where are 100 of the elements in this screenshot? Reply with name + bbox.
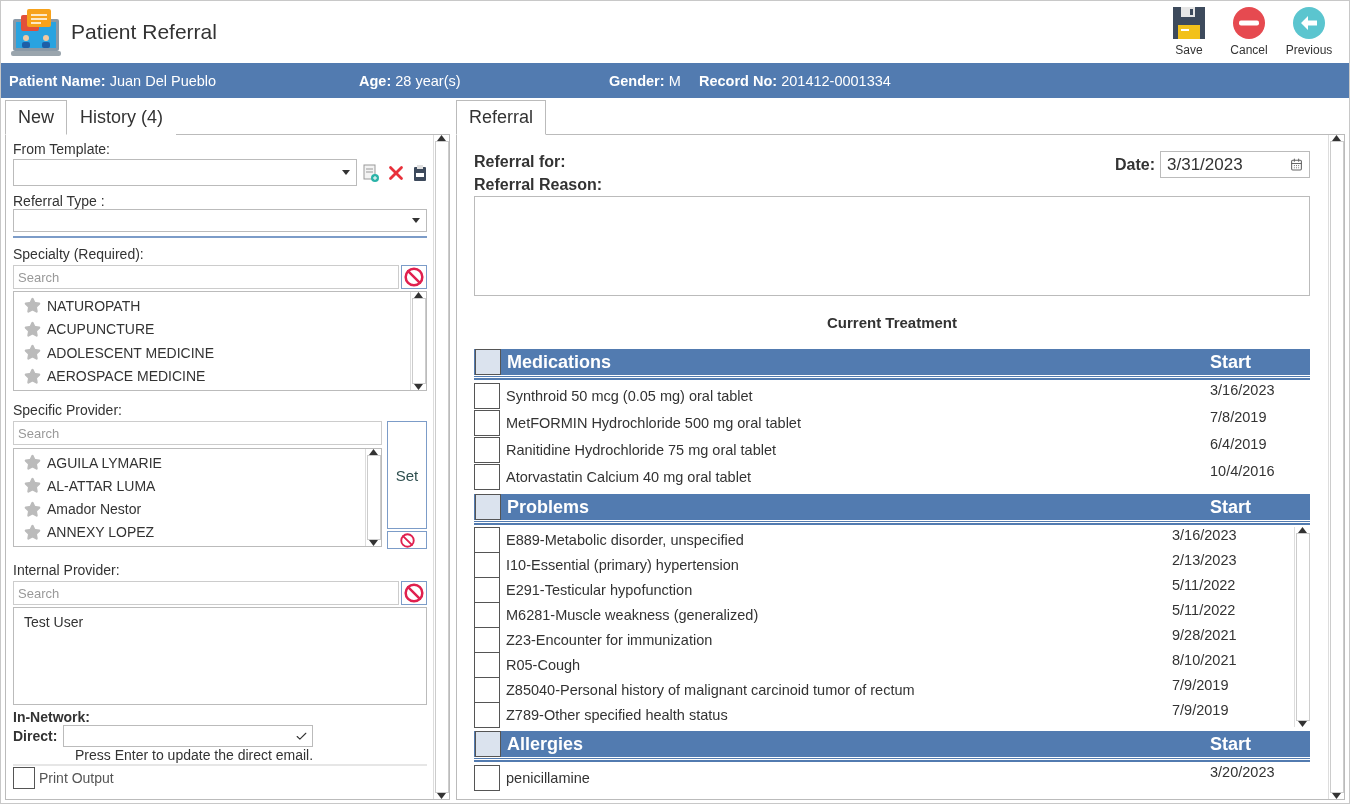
row-checkbox[interactable]: [474, 576, 500, 603]
row-checkbox[interactable]: [474, 601, 500, 628]
star-icon[interactable]: [24, 320, 41, 338]
date-field[interactable]: 3/31/2023: [1160, 151, 1310, 178]
row-checkbox[interactable]: [474, 526, 500, 553]
clipboard-icon[interactable]: [413, 163, 427, 182]
list-item[interactable]: AGUILA LYMARIE: [24, 451, 355, 475]
direct-email-field[interactable]: [63, 725, 314, 747]
select-all-checkbox[interactable]: [475, 731, 501, 757]
field-label: Specialty (Required):: [13, 246, 145, 262]
save-button[interactable]: Save: [1159, 7, 1219, 57]
column-header: Start: [1210, 351, 1252, 373]
field-label: Referral Type :: [13, 193, 106, 209]
dropdown-caret-icon[interactable]: [342, 170, 350, 175]
select-all-checkbox[interactable]: [475, 349, 501, 375]
row-checkbox[interactable]: [474, 626, 500, 653]
search-field[interactable]: Search: [13, 581, 399, 605]
field-label: Internal Provider:: [13, 562, 121, 578]
checkbox-label: Print Output: [39, 770, 114, 786]
star-icon[interactable]: [24, 344, 41, 362]
scroll-up-icon[interactable]: [1332, 135, 1341, 141]
scroll-up-icon[interactable]: [437, 135, 446, 141]
calendar-icon[interactable]: [1290, 158, 1303, 171]
star-icon[interactable]: [24, 297, 41, 315]
section-title: Problems: [507, 496, 591, 518]
list-item[interactable]: AEROSPACE MEDICINE: [24, 364, 400, 388]
search-field[interactable]: Search: [13, 265, 399, 289]
scrollbar[interactable]: [365, 449, 381, 546]
tab[interactable]: New: [5, 100, 67, 135]
field-label: Referral Reason:: [474, 176, 604, 194]
row-checkbox[interactable]: [474, 382, 500, 409]
checkbox[interactable]: [13, 767, 35, 789]
treatment-name: I10-Essential (primary) hypertension: [506, 556, 740, 573]
section-heading: Current Treatment: [826, 314, 958, 331]
tab[interactable]: Referral: [456, 100, 547, 135]
field-label: In-Network:: [13, 709, 91, 725]
scroll-down-icon[interactable]: [1332, 793, 1341, 799]
select-all-checkbox[interactable]: [475, 494, 501, 520]
add-document-icon[interactable]: [363, 163, 379, 182]
start-date: 3/16/2023: [1210, 382, 1276, 398]
dropdown-caret-icon[interactable]: [412, 218, 420, 223]
scrollbar[interactable]: [410, 292, 426, 390]
set-button[interactable]: Set: [387, 421, 427, 529]
previous-button[interactable]: Previous: [1279, 7, 1339, 57]
list-item[interactable]: AL-ATTAR LUMA: [24, 474, 355, 498]
start-date: 3/20/2023: [1210, 764, 1276, 780]
treatment-name: penicillamine: [506, 769, 591, 786]
treatment-name: Z85040-Personal history of malignant carcinoid tumor of rectum: [506, 681, 916, 698]
row-checkbox[interactable]: [474, 676, 500, 703]
search-field[interactable]: Search: [13, 421, 382, 445]
treatment-name: E889-Metabolic disorder, unspecified: [506, 531, 745, 548]
scrollbar-thumb[interactable]: [366, 455, 381, 540]
row-checkbox[interactable]: [474, 764, 500, 791]
scroll-down-icon[interactable]: [1298, 721, 1307, 727]
start-date: 5/11/2022: [1172, 577, 1237, 593]
clear-button[interactable]: [401, 265, 427, 289]
row-checkbox[interactable]: [474, 409, 500, 436]
date-value: 3/31/2023: [1167, 154, 1243, 175]
list-item[interactable]: Amador Nestor: [24, 497, 355, 521]
start-date: 2/13/2023: [1172, 552, 1238, 568]
cancel-icon: [1233, 7, 1265, 39]
star-icon[interactable]: [24, 367, 41, 385]
treatment-name: MetFORMIN Hydrochloride 500 mg oral tablet: [506, 414, 802, 431]
star-icon[interactable]: [24, 500, 41, 518]
scroll-down-icon[interactable]: [414, 384, 423, 390]
row-checkbox[interactable]: [474, 651, 500, 678]
list-item[interactable]: Test User: [24, 610, 416, 634]
column-header: Start: [1210, 733, 1252, 755]
list-item[interactable]: ACUPUNCTURE: [24, 317, 400, 341]
list-item[interactable]: ADOLESCENT MEDICINE: [24, 341, 400, 365]
star-icon[interactable]: [24, 477, 41, 495]
referral-reason-field[interactable]: [474, 196, 1310, 296]
row-checkbox[interactable]: [474, 463, 500, 490]
treatment-name: Ranitidine Hydrochloride 75 mg oral tablet: [506, 441, 777, 458]
scroll-up-icon[interactable]: [369, 449, 378, 455]
row-checkbox[interactable]: [474, 436, 500, 463]
scroll-up-icon[interactable]: [1298, 527, 1307, 533]
section-title: Allergies: [507, 733, 585, 755]
treatment-name: R05-Cough: [506, 656, 582, 673]
scroll-down-icon[interactable]: [369, 540, 378, 546]
scroll-up-icon[interactable]: [414, 292, 423, 298]
row-checkbox[interactable]: [474, 551, 500, 578]
app-logo-icon: [11, 7, 61, 57]
star-icon[interactable]: [24, 454, 41, 472]
treatment-name: Atorvastatin Calcium 40 mg oral tablet: [506, 468, 752, 485]
scrollbar-thumb[interactable]: [411, 298, 426, 384]
clear-button[interactable]: [387, 531, 427, 549]
clear-icon: [404, 267, 424, 287]
star-icon[interactable]: [24, 523, 41, 541]
field-label: Direct:: [13, 728, 58, 744]
start-date: 7/9/2019: [1172, 677, 1230, 693]
clear-button[interactable]: [401, 581, 427, 605]
cancel-button[interactable]: Cancel: [1219, 7, 1279, 57]
field-label: Specific Provider:: [13, 402, 123, 418]
clear-icon: [404, 583, 424, 603]
scroll-down-icon[interactable]: [437, 793, 446, 799]
list-item[interactable]: NATUROPATH: [24, 294, 400, 318]
list-item[interactable]: ANNEXY LOPEZ: [24, 520, 355, 544]
row-checkbox[interactable]: [474, 701, 500, 728]
column-header: Start: [1210, 496, 1252, 518]
